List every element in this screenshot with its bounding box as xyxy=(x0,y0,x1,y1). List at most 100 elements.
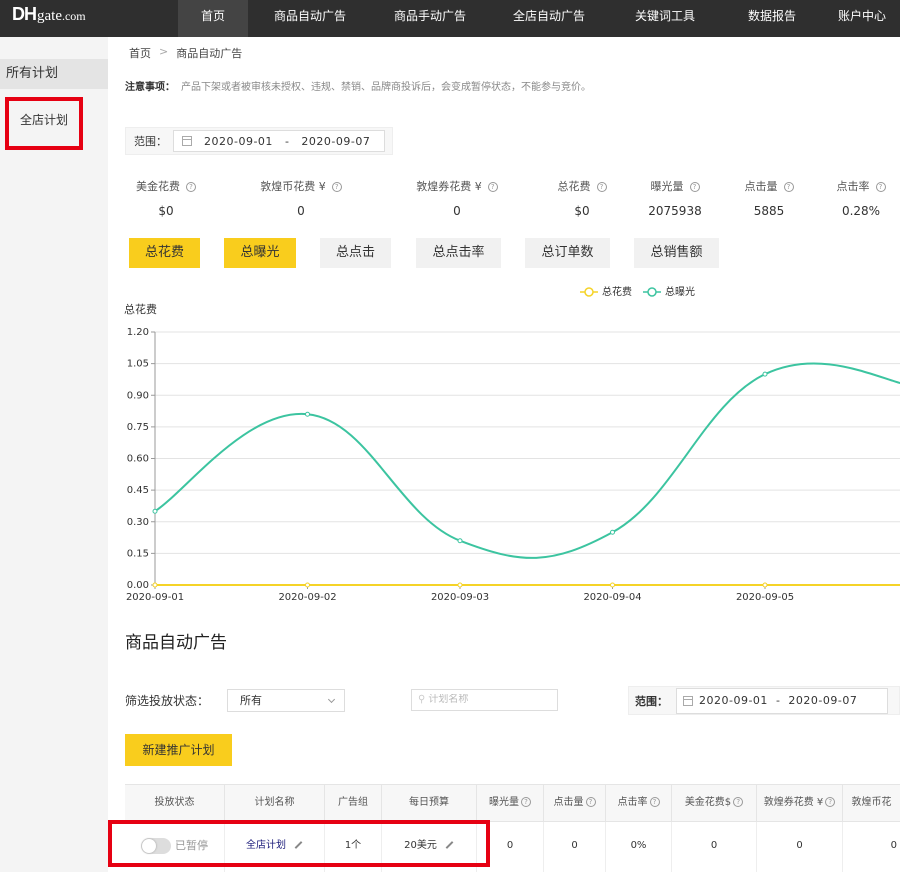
cell-plan-name: 全店计划 xyxy=(225,822,325,872)
nav-product-auto-ads[interactable]: 商品自动广告 xyxy=(248,0,372,37)
y-tick-label: 1.20 xyxy=(127,327,149,338)
logo-dh: DH xyxy=(12,4,37,24)
cell-coupon-spend: 0 xyxy=(757,822,843,872)
table-header: 投放状态 计划名称 广告组 每日预算 曝光量? 点击量? 点击率? 美金花费$?… xyxy=(125,784,900,822)
data-point xyxy=(457,538,463,544)
stat-value: 0 xyxy=(297,204,305,218)
help-icon[interactable]: ? xyxy=(186,182,196,192)
help-icon[interactable]: ? xyxy=(585,797,596,807)
notice-title: 注意事项： xyxy=(125,82,175,93)
col-impressions: 曝光量? xyxy=(477,785,544,821)
cell-status: 已暂停 xyxy=(125,822,225,872)
data-point xyxy=(610,529,615,535)
cell-ad-groups[interactable]: 1个 xyxy=(325,822,382,872)
chart-grid xyxy=(154,331,900,586)
new-plan-button[interactable]: 新建推广计划 xyxy=(125,734,232,766)
chevron-down-icon xyxy=(327,695,336,704)
table-row: 已暂停 全店计划 1个 20美元 0 0 0% 0 0 0 xyxy=(125,822,900,872)
help-icon[interactable]: ? xyxy=(783,182,794,192)
nav-keyword-tool[interactable]: 关键词工具 xyxy=(610,0,720,37)
help-icon[interactable]: ? xyxy=(331,182,342,192)
table-date-range-picker[interactable]: 2020-09-01 - 2020-09-07 xyxy=(676,687,888,714)
legend-label[interactable]: 总曝光 xyxy=(665,285,695,298)
nav-data-report[interactable]: 数据报告 xyxy=(720,0,824,37)
stat-value: 0 xyxy=(453,204,461,218)
line-chart: 总花费 总曝光 总花费 0.00 0.15 0.30 0.45 0.60 0.75 0.90 1… xyxy=(124,285,900,603)
help-icon[interactable]: ? xyxy=(825,797,836,807)
range-label: 范围： xyxy=(635,694,668,708)
metric-total-impressions-button[interactable]: 总曝光 xyxy=(224,238,296,268)
help-icon[interactable]: ? xyxy=(521,797,531,807)
help-icon[interactable]: ? xyxy=(875,182,886,192)
plan-name-search[interactable]: ⚲ xyxy=(411,689,558,711)
col-label: 敦煌券花费 ¥ xyxy=(763,797,824,808)
stat-label: 点击量 xyxy=(744,180,778,193)
budget-value: 20美元 xyxy=(404,840,437,851)
help-icon[interactable]: ? xyxy=(596,182,607,192)
stat-ctr: 点击率? 0.28% xyxy=(806,178,900,218)
col-ad-group: 广告组 xyxy=(325,785,382,821)
stat-label: 总花费 xyxy=(557,180,591,193)
cell-usd-spend: 0 xyxy=(672,822,757,872)
search-icon: ⚲ xyxy=(418,694,426,705)
help-icon[interactable]: ? xyxy=(733,797,744,807)
dhgate-logo[interactable]: DH gate .com xyxy=(12,4,86,32)
plan-name-input[interactable] xyxy=(428,694,539,705)
help-icon[interactable]: ? xyxy=(649,797,660,807)
edit-pencil-icon[interactable] xyxy=(445,841,454,849)
metric-total-spend-button[interactable]: 总花费 xyxy=(129,238,200,268)
status-filter-select[interactable]: 所有 xyxy=(227,689,345,712)
range-start: 2020-09-01 xyxy=(204,134,273,148)
stat-coin-spend: 敦煌币花费 ¥? 0 xyxy=(246,178,356,218)
plan-name-link[interactable]: 全店计划 xyxy=(246,840,286,851)
stat-label: 美金花费 xyxy=(136,180,180,193)
chart-y-axis-title: 总花费 xyxy=(124,302,157,316)
help-icon[interactable]: ? xyxy=(487,182,498,192)
y-tick-label: 0.75 xyxy=(127,422,149,433)
nav-home[interactable]: 首页 xyxy=(178,0,248,37)
data-point xyxy=(457,582,463,588)
logo-com: .com xyxy=(61,9,86,23)
col-label: 曝光量 xyxy=(489,797,519,808)
stat-label: 敦煌币花费 ¥ xyxy=(260,180,326,193)
x-tick-label: 2020-09-04 xyxy=(583,592,641,603)
metric-total-sales-button[interactable]: 总销售额 xyxy=(634,238,719,268)
status-filter-label: 筛选投放状态： xyxy=(125,694,210,708)
nav-account-center[interactable]: 账户中心 xyxy=(824,0,900,37)
nav-shop-auto-ads[interactable]: 全店自动广告 xyxy=(488,0,610,37)
data-point xyxy=(305,411,310,417)
stat-label: 点击率 xyxy=(836,180,870,193)
x-tick-label: 2020-09-01 xyxy=(126,592,184,603)
metric-total-orders-button[interactable]: 总订单数 xyxy=(525,238,610,268)
legend-label[interactable]: 总花费 xyxy=(602,285,632,298)
status-text: 已暂停 xyxy=(175,839,208,852)
chart-y-ticks: 0.00 0.15 0.30 0.45 0.60 0.75 0.90 1.05 1.20 xyxy=(127,327,155,591)
range-end: 2020-09-07 xyxy=(788,694,858,707)
breadcrumb-current: 商品自动广告 xyxy=(176,47,243,60)
metric-total-clicks-button[interactable]: 总点击 xyxy=(320,238,391,268)
status-toggle[interactable] xyxy=(141,838,171,854)
nav-product-manual-ads[interactable]: 商品手动广告 xyxy=(372,0,488,37)
date-range-filter: 范围： 2020-09-01 - 2020-09-07 xyxy=(125,127,393,155)
notice-text: 产品下架或者被审核未授权、违规、禁销、品牌商投诉后，会变成暂停状态，不能参与竞价… xyxy=(181,82,591,93)
main-nav: 首页 商品自动广告 商品手动广告 全店自动广告 关键词工具 数据报告 账户中心 xyxy=(178,0,900,37)
sidebar-item-shop-plan[interactable]: 全店计划 xyxy=(20,111,68,128)
logo-gate: gate xyxy=(37,8,62,24)
breadcrumb-home[interactable]: 首页 xyxy=(129,45,151,61)
top-nav-bar: DH gate .com 首页 商品自动广告 商品手动广告 全店自动广告 关键词工具… xyxy=(0,0,900,37)
col-daily-budget: 每日预算 xyxy=(382,785,477,821)
col-coin-spend: 敦煌币花 xyxy=(851,797,892,808)
help-icon[interactable]: ? xyxy=(689,182,700,192)
status-filter-value: 所有 xyxy=(240,694,262,707)
table-date-range-filter: 范围： 2020-09-01 - 2020-09-07 xyxy=(628,686,900,715)
cell-coin-spend: 0 xyxy=(890,840,897,851)
notice: 注意事项： 产品下架或者被审核未授权、违规、禁销、品牌商投诉后，会变成暂停状态，不… xyxy=(125,78,591,93)
date-range-picker[interactable]: 2020-09-01 - 2020-09-07 xyxy=(173,130,385,152)
col-label: 美金花费$ xyxy=(684,797,732,808)
sidebar-item-all-plans[interactable]: 所有计划 xyxy=(0,59,108,89)
metric-total-ctr-button[interactable]: 总点击率 xyxy=(416,238,501,268)
edit-pencil-icon[interactable] xyxy=(294,841,303,849)
col-label: 点击量 xyxy=(553,797,584,808)
cell-impressions: 0 xyxy=(477,822,544,872)
col-ctr: 点击率? xyxy=(606,785,672,821)
